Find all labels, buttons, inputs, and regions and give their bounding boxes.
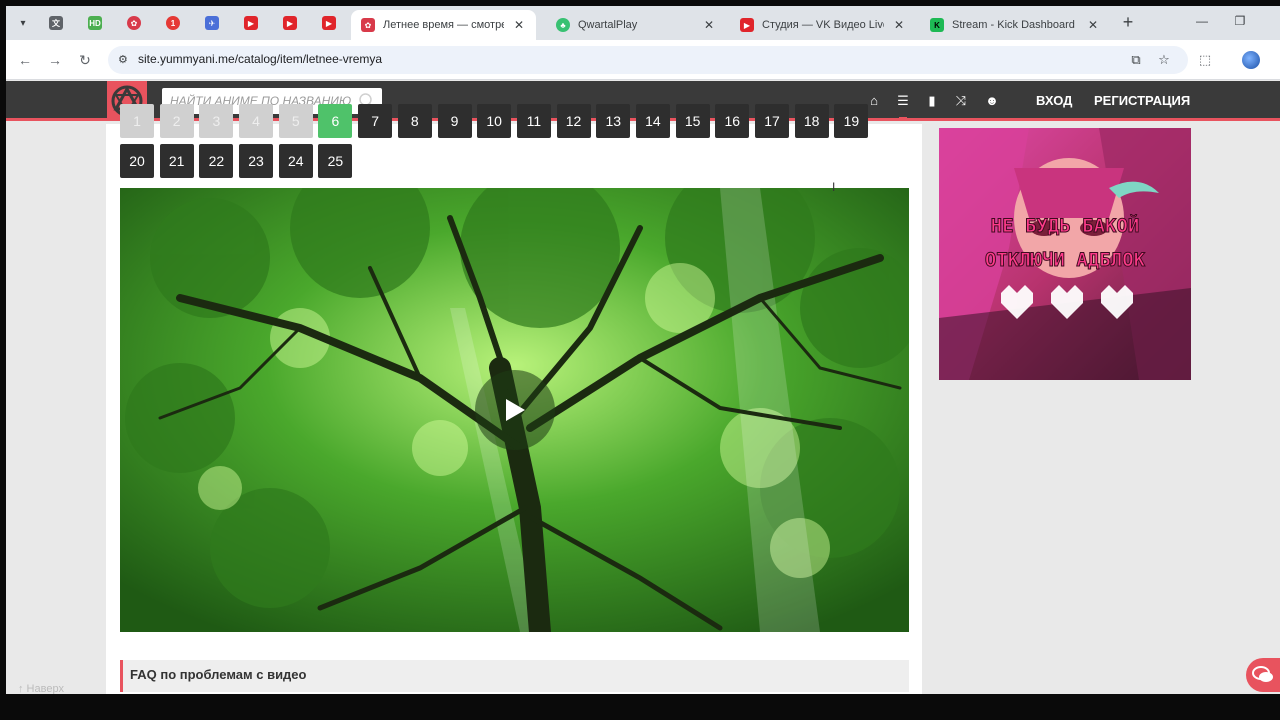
extensions-icon[interactable]: ⬚ [1196,51,1214,69]
chat-widget-button[interactable] [1246,658,1280,692]
browser-toolbar: ← → ↻ ⚙ site.yummyani.me/catalog/item/le… [6,40,1280,80]
episode-button-15[interactable]: 15 [675,104,710,138]
profile-avatar-icon[interactable] [1242,51,1260,69]
back-to-top-link[interactable]: ↑ Наверх [18,683,64,694]
tab-active-letnee-vremya[interactable]: ✿ Летнее время — смотреть аниме ✕ [351,10,536,40]
random-shuffle-icon[interactable]: ⤨ [953,93,969,109]
minimize-icon[interactable]: — [1192,14,1212,28]
episode-button-13[interactable]: 13 [596,104,631,138]
close-icon[interactable]: ✕ [1086,18,1100,32]
tab-kick-dashboard[interactable]: K Stream - Kick Dashboard ✕ [920,10,1110,40]
close-icon[interactable]: ✕ [892,18,906,32]
back-icon[interactable]: ← [16,51,34,69]
episode-button-4[interactable]: 4 [239,104,274,138]
episode-button-21[interactable]: 21 [159,144,194,178]
tab-qwartalplay[interactable]: ♣ QwartalPlay ✕ [546,10,726,40]
yummyanime-icon: ✿ [127,16,141,30]
pinned-tab[interactable]: ▶ [237,13,265,33]
episode-button-5[interactable]: 5 [278,104,313,138]
adblock-banner[interactable]: НЕ БУДЬ БАКОЙ ОТКЛЮЧИ АДБЛОК [939,128,1191,380]
yummyanime-icon: ✿ [361,18,375,32]
site-info-icon[interactable]: ⚙ [118,53,132,67]
episode-button-11[interactable]: 11 [516,104,551,138]
reload-icon[interactable]: ↻ [76,51,94,69]
users-icon[interactable]: ☻ [983,93,1001,109]
register-link[interactable]: РЕГИСТРАЦИЯ [1094,93,1190,108]
tab-vk-video-live[interactable]: ▶ Студия — VK Видео Live ✕ [730,10,916,40]
bookmark-star-icon[interactable]: ☆ [1156,52,1172,68]
episode-button-2[interactable]: 2 [159,104,194,138]
tab-title: Stream - Kick Dashboard [952,19,1075,31]
url-text[interactable]: site.yummyani.me/catalog/item/letnee-vre… [138,52,382,66]
translate-icon: 文 [49,16,63,30]
pinned-tab[interactable]: ▶ [315,13,343,33]
episode-button-17[interactable]: 17 [755,104,789,138]
episode-button-1[interactable]: 1 [120,104,154,138]
pinned-tab[interactable]: ✿ [120,13,148,33]
play-button[interactable] [475,370,555,450]
text-cursor-icon: I [832,180,836,194]
episode-button-9[interactable]: 9 [437,104,472,138]
youtube-icon: ▶ [244,16,258,30]
close-icon[interactable]: ✕ [702,18,716,32]
episode-button-19[interactable]: 19 [834,104,869,138]
badge-one-icon: 1 [166,16,180,30]
faq-video-problems[interactable]: FAQ по проблемам с видео [120,660,909,692]
home-icon[interactable]: ⌂ [866,93,882,109]
episode-button-24[interactable]: 24 [278,144,313,178]
episode-button-23[interactable]: 23 [239,144,274,178]
youtube-icon: ▶ [283,16,297,30]
forward-icon[interactable]: → [46,51,64,69]
tab-title: Летнее время — смотреть аниме [383,19,504,31]
new-tab-button[interactable]: + [1118,13,1138,33]
pinned-tab[interactable]: ✈ [198,13,226,33]
pinned-tab[interactable]: HD [81,13,109,33]
anime-character-illustration: НЕ БУДЬ БАКОЙ ОТКЛЮЧИ АДБЛОК [939,128,1191,380]
episode-button-20[interactable]: 20 [120,144,154,178]
pinned-tab[interactable]: 文 [42,13,70,33]
catalog-list-icon[interactable]: ☰ [895,93,911,121]
install-app-icon[interactable]: ⧉ [1128,52,1144,68]
pinned-tab[interactable]: ▶ [276,13,304,33]
episode-button-18[interactable]: 18 [794,104,829,138]
hd-icon: HD [88,16,102,30]
vk-live-icon: ▶ [740,18,754,32]
clover-icon: ♣ [556,18,570,32]
youtube-icon: ▶ [322,16,336,30]
chat-icon [1252,666,1273,682]
main-column: 1 2 3 4 5 6 7 8 9 10 11 12 13 14 15 16 17 18 19 20 21 22 23 24… [106,104,922,694]
tab-title: QwartalPlay [578,19,638,31]
episode-button-8[interactable]: 8 [397,104,432,138]
episode-list-row: 1 2 3 4 5 6 7 8 9 10 11 12 13 14 15 16 17 18 19 [120,104,869,138]
tab-search-dropdown-icon[interactable]: ▾ [14,14,32,32]
episode-button-3[interactable]: 3 [199,104,234,138]
ad-text-line1: НЕ БУДЬ БАКОЙ [991,214,1140,237]
episode-button-14[interactable]: 14 [635,104,670,138]
kick-icon: K [930,18,944,32]
tab-title: Студия — VK Видео Live [762,19,884,31]
episode-button-22[interactable]: 22 [199,144,234,178]
episode-button-25[interactable]: 25 [318,144,353,178]
episode-button-16[interactable]: 16 [715,104,750,138]
close-icon[interactable]: ✕ [512,18,526,32]
episode-button-7[interactable]: 7 [358,104,393,138]
restore-icon[interactable]: ❐ [1230,14,1250,28]
screen-frame: ▾ 文 HD ✿ 1 ✈ ▶ ▶ ▶ ✿ Летнее время — смотреть ан… [0,0,1280,720]
browser-window: ▾ 文 HD ✿ 1 ✈ ▶ ▶ ▶ ✿ Летнее время — смотреть ан… [6,6,1280,694]
ad-text-line2: ОТКЛЮЧИ АДБЛОК [985,249,1146,271]
top-chart-icon[interactable]: ▮ [924,93,940,109]
episode-list-row: 20 21 22 23 24 25 [120,144,353,178]
bird-icon: ✈ [205,16,219,30]
video-player[interactable] [120,188,909,632]
address-bar[interactable]: ⚙ site.yummyani.me/catalog/item/letnee-v… [108,46,1188,74]
login-link[interactable]: ВХОД [1036,93,1072,108]
pinned-tab[interactable]: 1 [159,13,187,33]
episode-button-10[interactable]: 10 [477,104,512,138]
tab-strip: ▾ 文 HD ✿ 1 ✈ ▶ ▶ ▶ ✿ Летнее время — смотреть ан… [6,6,1280,40]
episode-button-12[interactable]: 12 [556,104,591,138]
page-content: 1 2 3 4 5 6 7 8 9 10 11 12 13 14 15 16 17 18 19 20 21 22 23 24… [6,104,1280,694]
episode-button-6[interactable]: 6 [318,104,353,138]
play-icon [506,399,525,421]
